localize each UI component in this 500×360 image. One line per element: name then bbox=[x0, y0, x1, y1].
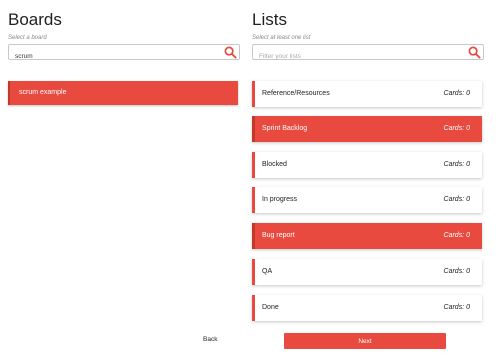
boards-search-input[interactable] bbox=[9, 49, 215, 64]
list-item-card-count: Cards: 0 bbox=[443, 232, 470, 239]
list-item-sprint-backlog[interactable]: Sprint Backlog Cards: 0 bbox=[252, 116, 482, 142]
list-item-card-count: Cards: 0 bbox=[443, 161, 470, 168]
lists-title: Lists bbox=[252, 10, 287, 29]
lists-search-box bbox=[252, 44, 484, 64]
list-item-reference-resources[interactable]: Reference/Resources Cards: 0 bbox=[252, 81, 482, 107]
boards-search-box bbox=[8, 44, 240, 64]
list-item-label: Reference/Resources bbox=[262, 90, 330, 97]
board-item-scrum-example[interactable]: scrum example bbox=[8, 81, 238, 105]
list-item-card-count: Cards: 0 bbox=[443, 125, 470, 132]
list-item-label: Bug report bbox=[262, 232, 295, 239]
search-icon[interactable] bbox=[224, 46, 237, 59]
lists-filter-input[interactable] bbox=[253, 49, 459, 64]
lists-subtitle: Select at least one list bbox=[252, 35, 311, 41]
list-item-qa[interactable]: QA Cards: 0 bbox=[252, 259, 482, 285]
search-icon[interactable] bbox=[468, 46, 481, 59]
boards-title: Boards bbox=[8, 10, 62, 29]
list-item-label: Sprint Backlog bbox=[262, 125, 308, 132]
next-button[interactable]: Next bbox=[284, 333, 446, 349]
back-button[interactable]: Back bbox=[203, 336, 217, 343]
list-item-card-count: Cards: 0 bbox=[443, 304, 470, 311]
list-item-label: QA bbox=[262, 268, 273, 275]
boards-subtitle: Select a board bbox=[8, 35, 47, 41]
list-item-label: Blocked bbox=[262, 161, 287, 168]
lists-panel: Lists Select at least one list Reference… bbox=[252, 0, 484, 321]
list-item-card-count: Cards: 0 bbox=[443, 268, 470, 275]
list-item-blocked[interactable]: Blocked Cards: 0 bbox=[252, 152, 482, 178]
boards-panel: Boards Select a board scrum example bbox=[8, 0, 240, 105]
list-item-label: In progress bbox=[262, 196, 298, 203]
board-item-label: scrum example bbox=[19, 89, 67, 96]
list-item-card-count: Cards: 0 bbox=[443, 90, 470, 97]
list-item-label: Done bbox=[262, 304, 279, 311]
list-item-in-progress[interactable]: In progress Cards: 0 bbox=[252, 187, 482, 213]
list-item-bug-report[interactable]: Bug report Cards: 0 bbox=[252, 223, 482, 249]
list-item-done[interactable]: Done Cards: 0 bbox=[252, 295, 482, 321]
list-item-card-count: Cards: 0 bbox=[443, 196, 470, 203]
